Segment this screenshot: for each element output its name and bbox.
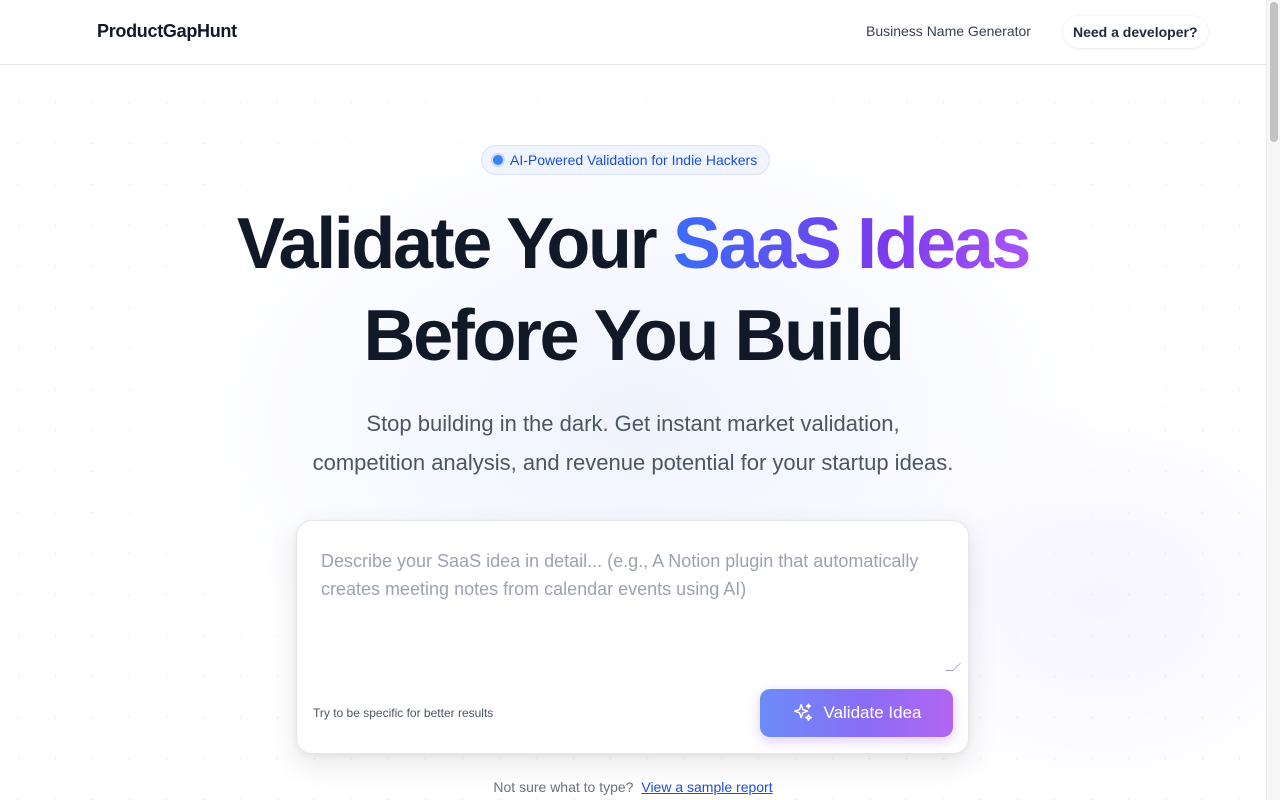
subtext-line1: Stop building in the dark. Get instant m… [366,411,900,436]
headline-highlight: SaaS Ideas [672,204,1032,284]
idea-textarea[interactable] [307,531,962,674]
hero-badge: AI-Powered Validation for Indie Hackers [481,145,771,175]
input-hint: Try to be specific for better results [313,706,494,720]
sample-report-prompt: Not sure what to type? View a sample rep… [0,779,1266,795]
nav-business-name-generator[interactable]: Business Name Generator [866,23,1031,39]
page-background: ProductGapHunt Business Name Generator N… [0,0,1266,800]
subtext-line2: competition analysis, and revenue potent… [312,450,954,475]
view-sample-report-link[interactable]: View a sample report [641,779,772,795]
badge-text: AI-Powered Validation for Indie Hackers [510,152,758,168]
need-developer-button[interactable]: Need a developer? [1063,16,1208,48]
hero-headline: Validate Your SaaS Ideas Before You Buil… [0,198,1266,382]
page-scrollbar[interactable] [1266,0,1280,800]
hero-subtext: Stop building in the dark. Get instant m… [0,404,1266,482]
validate-button-label: Validate Idea [823,703,922,722]
validate-idea-button[interactable]: Validate Idea [760,689,953,737]
idea-form-card: Try to be specific for better results Va… [296,520,969,754]
headline-part1: Validate Your [236,204,673,284]
headline-line2: Before You Build [363,296,905,376]
scrollbar-thumb[interactable] [1270,2,1278,142]
sparkles-icon [793,703,812,722]
top-navbar: ProductGapHunt Business Name Generator N… [0,0,1266,65]
badge-dot-icon [493,155,503,165]
logo[interactable]: ProductGapHunt [97,21,237,42]
sample-prompt-text: Not sure what to type? [493,779,634,795]
